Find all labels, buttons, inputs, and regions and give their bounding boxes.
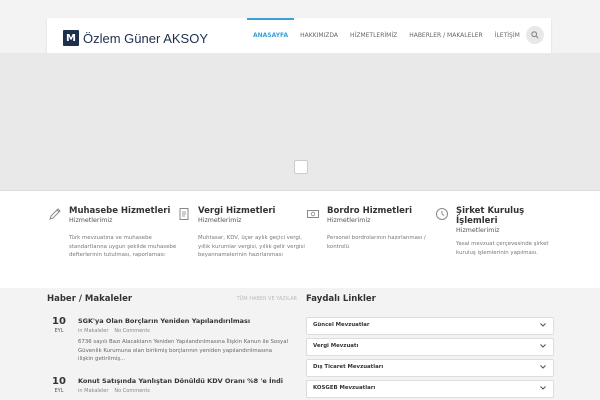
- hero-slider: [0, 53, 600, 234]
- money-icon: [307, 210, 319, 218]
- news-item: 10 EYL SGK'ya Olan Borçların Yeniden Yap…: [47, 316, 297, 372]
- news-meta: in Makaleler No Comments: [78, 328, 150, 334]
- search-icon: [531, 31, 539, 39]
- clock-icon: [436, 208, 448, 220]
- main-nav: ANASAYFA HAKKIMIZDA HİZMETLERİMİZ HABERL…: [247, 18, 526, 53]
- nav-item-anasayfa[interactable]: ANASAYFA: [247, 18, 295, 53]
- top-bar: [0, 0, 600, 20]
- chevron-down-icon: [540, 344, 546, 348]
- service-description: Personel bordrolarının hazırlanması / ko…: [327, 235, 426, 250]
- loading-spinner-icon: [294, 160, 308, 174]
- service-subtitle: Hizmetlerimiz: [327, 217, 371, 224]
- news-title-link[interactable]: SGK'ya Olan Borçların Yeniden Yapılandır…: [78, 317, 250, 325]
- logo-text: Özlem Güner AKSOY: [83, 30, 208, 46]
- all-news-link[interactable]: TÜM HABER VE YAZILAR: [237, 296, 297, 302]
- service-vergi[interactable]: Vergi Hizmetleri Hizmetlerimiz Muhtasar,…: [179, 206, 308, 260]
- news-comments-link[interactable]: No Comments: [114, 328, 150, 334]
- news-excerpt: 6736 sayılı Bazı Alacakların Yeniden Yap…: [78, 339, 288, 362]
- service-title: Bordro Hizmetleri: [327, 206, 413, 216]
- services-section: Muhasebe Hizmetleri Hizmetlerimiz Türk m…: [0, 191, 600, 288]
- accordion-item[interactable]: KOSGEB Mevzuatları: [306, 380, 554, 398]
- site-header: M Özlem Güner AKSOY ANASAYFA HAKKIMIZDA …: [47, 18, 551, 53]
- service-title: Vergi Hizmetleri: [198, 206, 276, 216]
- service-sirket[interactable]: Şirket Kuruluş İşlemleri Hizmetlerimiz Y…: [436, 206, 566, 257]
- service-bordro[interactable]: Bordro Hizmetleri Hizmetlerimiz Personel…: [307, 206, 437, 251]
- news-date-day: 10: [52, 316, 66, 327]
- news-category-link[interactable]: in Makaleler: [78, 328, 108, 334]
- news-date-month: EYL: [54, 328, 64, 334]
- nav-item-hakkimizda[interactable]: HAKKIMIZDA: [294, 18, 344, 53]
- service-muhasebe[interactable]: Muhasebe Hizmetleri Hizmetlerimiz Türk m…: [49, 206, 179, 260]
- useful-links-section: Faydalı Linkler Güncel Mevzuatlar Vergi …: [306, 294, 554, 398]
- accordion-label: Güncel Mevzuatlar: [313, 322, 370, 328]
- service-description: Yasal mevzuat çerçevesinde şirket kurulu…: [456, 241, 549, 256]
- service-subtitle: Hizmetlerimiz: [69, 217, 113, 224]
- news-section: Haber / Makaleler TÜM HABER VE YAZILAR 1…: [47, 294, 297, 394]
- site-logo[interactable]: M Özlem Güner AKSOY: [63, 30, 208, 46]
- accordion-item[interactable]: Vergi Mevzuatı: [306, 338, 554, 356]
- service-description: Muhtasar, KDV, üçer aylık geçici vergi, …: [198, 235, 305, 258]
- links-section-title: Faydalı Linkler: [306, 294, 376, 304]
- logo-mark-icon: M: [63, 30, 79, 46]
- search-button[interactable]: [526, 26, 544, 44]
- document-icon: [179, 208, 189, 220]
- accordion-item[interactable]: Güncel Mevzuatlar: [306, 317, 554, 335]
- news-comments-link[interactable]: No Comments: [114, 388, 150, 394]
- chevron-down-icon: [540, 323, 546, 327]
- nav-item-hizmetlerimiz[interactable]: HİZMETLERİMİZ: [344, 18, 403, 53]
- news-title-link[interactable]: Konut Satışında Yanlıştan Dönüldü KDV Or…: [78, 377, 283, 385]
- service-description: Türk mevzuatına ve muhasebe standartları…: [69, 235, 177, 258]
- news-date-month: EYL: [54, 388, 64, 394]
- service-subtitle: Hizmetlerimiz: [198, 217, 242, 224]
- accordion-label: KOSGEB Mevzuatları: [313, 385, 376, 391]
- service-title: Muhasebe Hizmetleri: [69, 206, 171, 216]
- news-item: 10 EYL Konut Satışında Yanlıştan Dönüldü…: [47, 376, 297, 400]
- news-date-day: 10: [52, 376, 66, 387]
- nav-item-haberler[interactable]: HABERLER / MAKALELER: [403, 18, 488, 53]
- chevron-down-icon: [540, 386, 546, 390]
- service-title: Şirket Kuruluş İşlemleri: [456, 206, 525, 226]
- nav-item-iletisim[interactable]: İLETİŞİM: [489, 18, 526, 53]
- chevron-down-icon: [540, 365, 546, 369]
- accordion-item[interactable]: Dış Ticaret Mevzuatları: [306, 359, 554, 377]
- news-meta: in Makaleler No Comments: [78, 388, 150, 394]
- accordion-label: Vergi Mevzuatı: [313, 343, 359, 349]
- service-subtitle: Hizmetlerimiz: [456, 227, 500, 234]
- accordion-label: Dış Ticaret Mevzuatları: [313, 364, 384, 370]
- pencil-icon: [49, 208, 61, 220]
- news-category-link[interactable]: in Makaleler: [78, 388, 108, 394]
